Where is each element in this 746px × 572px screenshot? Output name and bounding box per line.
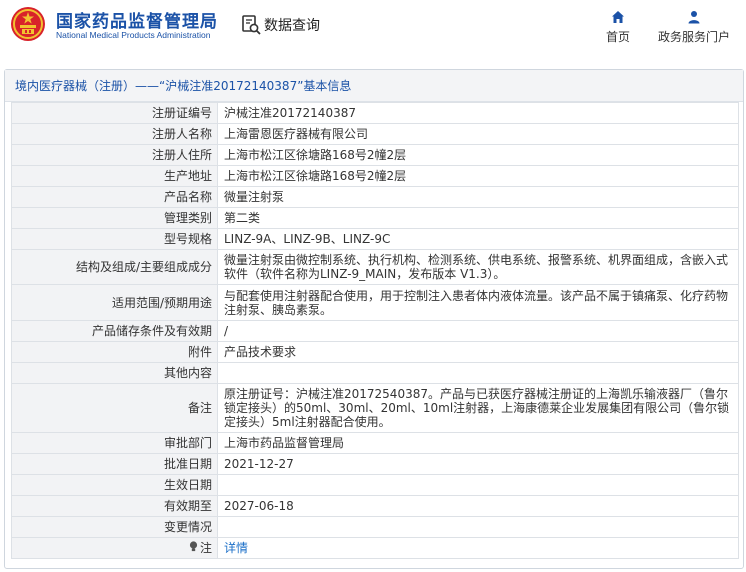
- row-label: 管理类别: [11, 207, 218, 229]
- table-row: 备注 原注册证号：沪械注准20172540387。产品与已获医疗器械注册证的上海…: [11, 383, 739, 433]
- row-value: [217, 362, 739, 384]
- table-row: 变更情况: [11, 516, 739, 538]
- data-query-label: 数据查询: [264, 18, 320, 34]
- table-row: 注册人名称 上海雷恩医疗器械有限公司: [11, 123, 739, 145]
- data-query-link[interactable]: 数据查询: [240, 12, 320, 38]
- row-value: [217, 474, 739, 496]
- row-label: 型号规格: [11, 228, 218, 250]
- row-value: 原注册证号：沪械注准20172540387。产品与已获医疗器械注册证的上海凯乐输…: [217, 383, 739, 433]
- detail-table: 注册证编号 沪械注准20172140387 注册人名称 上海雷恩医疗器械有限公司…: [11, 102, 739, 559]
- row-value: 产品技术要求: [217, 341, 739, 363]
- table-row: 有效期至 2027-06-18: [11, 495, 739, 517]
- row-label: 注册人住所: [11, 144, 218, 166]
- person-icon: [688, 11, 700, 24]
- row-label: 批准日期: [11, 453, 218, 475]
- nav-home[interactable]: 首页: [600, 10, 636, 45]
- row-label: 产品名称: [11, 186, 218, 208]
- row-value: 上海市松江区徐塘路168号2幢2层: [217, 165, 739, 187]
- row-value: [217, 516, 739, 538]
- table-row: 适用范围/预期用途 与配套使用注射器配合使用，用于控制注入患者体内液体流量。该产…: [11, 284, 739, 321]
- table-row: 注 详情: [11, 537, 739, 559]
- row-value: 与配套使用注射器配合使用，用于控制注入患者体内液体流量。该产品不属于镇痛泵、化疗…: [217, 284, 739, 321]
- row-value: LINZ-9A、LINZ-9B、LINZ-9C: [217, 228, 739, 250]
- row-label: 结构及组成/主要组成成分: [11, 249, 218, 285]
- row-label: 注册人名称: [11, 123, 218, 145]
- search-document-icon: [242, 15, 261, 35]
- table-row: 生效日期: [11, 474, 739, 496]
- row-value: 微量注射泵由微控制系统、执行机构、检测系统、供电系统、报警系统、机界面组成，含嵌…: [217, 249, 739, 285]
- table-row: 管理类别 第二类: [11, 207, 739, 229]
- site-header: 国家药品监督管理局 National Medical Products Admi…: [0, 0, 746, 60]
- table-row: 其他内容: [11, 362, 739, 384]
- nav-service-portal-label: 政务服务门户: [657, 30, 730, 44]
- row-value: 沪械注准20172140387: [217, 102, 739, 124]
- site-name-cn[interactable]: 国家药品监督管理局: [56, 7, 218, 32]
- row-value: 上海市松江区徐塘路168号2幢2层: [217, 144, 739, 166]
- table-row: 批准日期 2021-12-27: [11, 453, 739, 475]
- site-name-en[interactable]: National Medical Products Administration: [56, 30, 211, 40]
- panel-title: 境内医疗器械（注册）——“沪械注准20172140387”基本信息: [5, 70, 743, 102]
- row-label: 附件: [11, 341, 218, 363]
- nav-home-label: 首页: [605, 30, 630, 44]
- home-icon: [612, 11, 624, 23]
- row-label: 其他内容: [11, 362, 218, 384]
- table-row: 结构及组成/主要组成成分 微量注射泵由微控制系统、执行机构、检测系统、供电系统、…: [11, 249, 739, 285]
- table-row: 附件 产品技术要求: [11, 341, 739, 363]
- national-emblem-icon: [11, 7, 45, 41]
- row-label: 生产地址: [11, 165, 218, 187]
- nav-service-portal[interactable]: 政务服务门户: [654, 10, 734, 45]
- table-row: 生产地址 上海市松江区徐塘路168号2幢2层: [11, 165, 739, 187]
- row-label: 适用范围/预期用途: [11, 284, 218, 321]
- row-value: /: [217, 320, 739, 342]
- detail-panel: 境内医疗器械（注册）——“沪械注准20172140387”基本信息 注册证编号 …: [4, 69, 744, 569]
- row-value: 2021-12-27: [217, 453, 739, 475]
- row-label: 备注: [11, 383, 218, 433]
- row-value: 上海市药品监督管理局: [217, 432, 739, 454]
- row-value: 第二类: [217, 207, 739, 229]
- table-row: 型号规格 LINZ-9A、LINZ-9B、LINZ-9C: [11, 228, 739, 250]
- row-value: 上海雷恩医疗器械有限公司: [217, 123, 739, 145]
- table-row: 审批部门 上海市药品监督管理局: [11, 432, 739, 454]
- lightbulb-icon: [189, 541, 198, 555]
- row-label: 产品储存条件及有效期: [11, 320, 218, 342]
- table-row: 注册人住所 上海市松江区徐塘路168号2幢2层: [11, 144, 739, 166]
- table-row: 产品名称 微量注射泵: [11, 186, 739, 208]
- row-label: 有效期至: [11, 495, 218, 517]
- table-row: 产品储存条件及有效期 /: [11, 320, 739, 342]
- note-label-cell: 注: [11, 537, 218, 559]
- row-label: 变更情况: [11, 516, 218, 538]
- table-row: 注册证编号 沪械注准20172140387: [11, 102, 739, 124]
- row-label: 注册证编号: [11, 102, 218, 124]
- row-value: 2027-06-18: [217, 495, 739, 517]
- row-label: 生效日期: [11, 474, 218, 496]
- details-link[interactable]: 详情: [217, 537, 739, 559]
- row-label: 审批部门: [11, 432, 218, 454]
- note-label: 注: [199, 541, 212, 555]
- row-value: 微量注射泵: [217, 186, 739, 208]
